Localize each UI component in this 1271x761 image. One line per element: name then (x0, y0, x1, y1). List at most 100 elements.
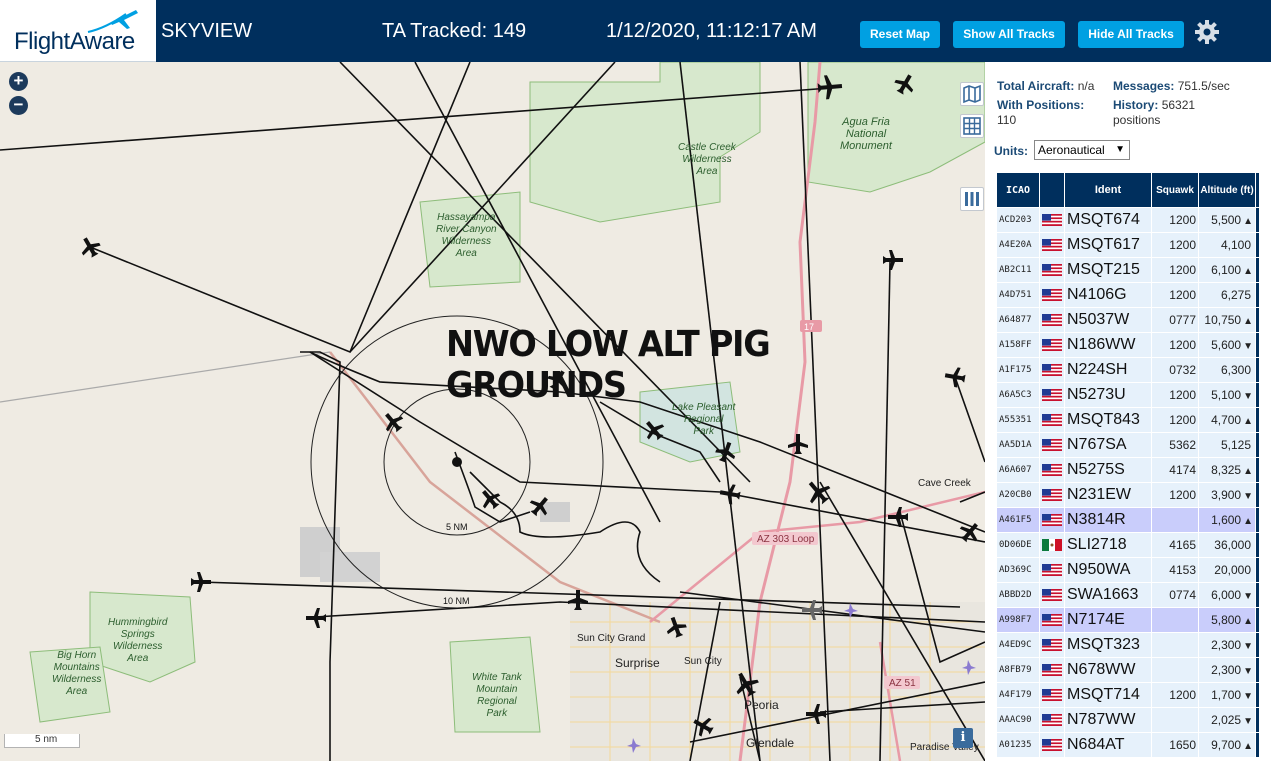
cell-squawk (1152, 633, 1198, 657)
cell-ident: N186WW (1065, 333, 1151, 357)
table-row[interactable]: A998F7 N7174E 5,800 ▲ (997, 608, 1259, 632)
table-row[interactable]: A6A5C3 N5273U 1200 5,100 ▼ (997, 383, 1259, 407)
table-scroll-edge (1256, 173, 1259, 207)
table-row[interactable]: A1F175 N224SH 0732 6,300 (997, 358, 1259, 382)
us-flag-icon (1042, 489, 1062, 501)
gear-icon[interactable] (1194, 19, 1220, 45)
tracked-count: TA Tracked: 149 (382, 20, 527, 42)
cell-altitude: 5,125 (1199, 433, 1255, 457)
table-row[interactable]: A20CB0 N231EW 1200 3,900 ▼ (997, 483, 1259, 507)
cell-ident: MSQT674 (1065, 208, 1151, 232)
cell-flag (1040, 733, 1064, 757)
altitude-trend-icon: ▼ (1243, 716, 1253, 727)
cell-squawk: 1650 (1152, 733, 1198, 757)
city-glendale: Glendale (746, 736, 795, 750)
altitude-trend-icon: ▲ (1243, 216, 1253, 227)
cell-altitude: 3,900 ▼ (1199, 483, 1255, 507)
region-hassayampa: Hassayampa River Canyon Wilderness Area (436, 212, 497, 259)
table-row[interactable]: A4F179 MSQT714 1200 1,700 ▼ (997, 683, 1259, 707)
table-row[interactable]: AA5D1A N767SA 5362 5,125 (997, 433, 1259, 457)
zoom-out-button[interactable]: − (9, 96, 28, 115)
clock-timestamp: 1/12/2020, 11:12:17 AM (606, 20, 817, 42)
cell-flag (1040, 308, 1064, 332)
cell-altitude: 1,600 ▲ (1199, 508, 1255, 532)
altitude-value: 36,000 (1214, 538, 1251, 552)
table-row[interactable]: AB2C11 MSQT215 1200 6,100 ▲ (997, 258, 1259, 282)
cell-flag (1040, 358, 1064, 382)
cell-altitude: 5,800 ▲ (1199, 608, 1255, 632)
cell-squawk (1152, 708, 1198, 732)
table-scroll-edge (1256, 558, 1259, 582)
cell-altitude: 1,700 ▼ (1199, 683, 1255, 707)
hide-all-tracks-button[interactable]: Hide All Tracks (1078, 21, 1184, 48)
range-label-10nm: 10 NM (443, 596, 470, 606)
altitude-value: 20,000 (1214, 563, 1251, 577)
altitude-value: 5,125 (1220, 438, 1251, 452)
table-row[interactable]: 0D06DE SLI2718 4165 36,000 (997, 533, 1259, 557)
table-row[interactable]: A4D751 N4106G 1200 6,275 (997, 283, 1259, 307)
table-row[interactable]: A64877 N5037W 0777 10,750 ▲ (997, 308, 1259, 332)
table-row[interactable]: A01235 N684AT 1650 9,700 ▲ (997, 733, 1259, 757)
us-flag-icon (1042, 564, 1062, 576)
table-row[interactable]: A4ED9C MSQT323 2,300 ▼ (997, 633, 1259, 657)
cell-icao: A01235 (997, 733, 1039, 757)
show-all-tracks-button[interactable]: Show All Tracks (953, 21, 1065, 48)
table-row[interactable]: A8FB79 N678WW 2,300 ▼ (997, 658, 1259, 682)
table-row[interactable]: A6A607 N5275S 4174 8,325 ▲ (997, 458, 1259, 482)
region-hummingbird: Hummingbird Springs Wilderness Area (108, 617, 168, 664)
region-big-horn: Big Horn Mountains Wilderness Area (52, 650, 102, 697)
reset-map-button[interactable]: Reset Map (860, 21, 940, 48)
column-header-flag[interactable] (1040, 173, 1064, 207)
altitude-value: 5,100 (1211, 388, 1242, 402)
table-row[interactable]: A461F5 N3814R 1,600 ▲ (997, 508, 1259, 532)
toggle-sidebar-button[interactable] (960, 187, 984, 211)
history-stat: History: 56321 positions (1113, 98, 1243, 128)
column-header-squawk[interactable]: Squawk (1152, 173, 1198, 207)
altitude-trend-icon: ▲ (1243, 466, 1253, 477)
altitude-value: 5,800 (1211, 613, 1242, 627)
cell-altitude: 36,000 (1199, 533, 1255, 557)
us-flag-icon (1042, 464, 1062, 476)
cell-squawk: 4165 (1152, 533, 1198, 557)
us-flag-icon (1042, 364, 1062, 376)
column-header-ident[interactable]: Ident (1065, 173, 1151, 207)
cell-squawk: 1200 (1152, 408, 1198, 432)
column-header-altitude[interactable]: Altitude (ft) (1199, 173, 1255, 207)
table-row[interactable]: A55351 MSQT843 1200 4,700 ▲ (997, 408, 1259, 432)
cell-ident: N231EW (1065, 483, 1151, 507)
zoom-in-button[interactable]: + (9, 72, 28, 91)
column-header-icao[interactable]: ICAO (997, 173, 1039, 207)
cell-icao: A8FB79 (997, 658, 1039, 682)
table-scroll-edge (1256, 458, 1259, 482)
cell-flag (1040, 433, 1064, 457)
units-select[interactable]: Aeronautical ▼ (1034, 140, 1130, 160)
table-row[interactable]: ABBD2D SWA1663 0774 6,000 ▼ (997, 583, 1259, 607)
table-scroll-edge (1256, 208, 1259, 232)
cell-altitude: 5,600 ▼ (1199, 333, 1255, 357)
cell-altitude: 6,000 ▼ (1199, 583, 1255, 607)
table-row[interactable]: A4E20A MSQT617 1200 4,100 (997, 233, 1259, 257)
city-peoria: Peoria (744, 698, 779, 712)
map-info-button[interactable]: i (953, 728, 973, 748)
table-scroll-edge (1256, 358, 1259, 382)
us-flag-icon (1042, 714, 1062, 726)
map-grid-button[interactable] (960, 114, 984, 138)
cell-icao: A461F5 (997, 508, 1039, 532)
table-row[interactable]: AAAC90 N787WW 2,025 ▼ (997, 708, 1259, 732)
flightaware-logo[interactable]: FlightAware (0, 0, 156, 62)
cell-ident: SWA1663 (1065, 583, 1151, 607)
us-flag-icon (1042, 689, 1062, 701)
table-row[interactable]: AD369C N950WA 4153 20,000 (997, 558, 1259, 582)
table-row[interactable]: A158FF N186WW 1200 5,600 ▼ (997, 333, 1259, 357)
altitude-value: 1,600 (1211, 513, 1242, 527)
map-view[interactable]: 17 AZ 303 Loop AZ 51 5 NM 10 NM NWO LOW … (0, 62, 985, 761)
cell-flag (1040, 608, 1064, 632)
aircraft-sidebar: Total Aircraft: n/a Messages: 751.5/sec … (985, 62, 1271, 761)
cell-squawk: 1200 (1152, 683, 1198, 707)
cell-ident: N678WW (1065, 658, 1151, 682)
cell-icao: A64877 (997, 308, 1039, 332)
cell-icao: A4F179 (997, 683, 1039, 707)
table-row[interactable]: ACD203 MSQT674 1200 5,500 ▲ (997, 208, 1259, 232)
altitude-trend-icon: ▼ (1243, 691, 1253, 702)
map-layer-button[interactable] (960, 82, 984, 106)
